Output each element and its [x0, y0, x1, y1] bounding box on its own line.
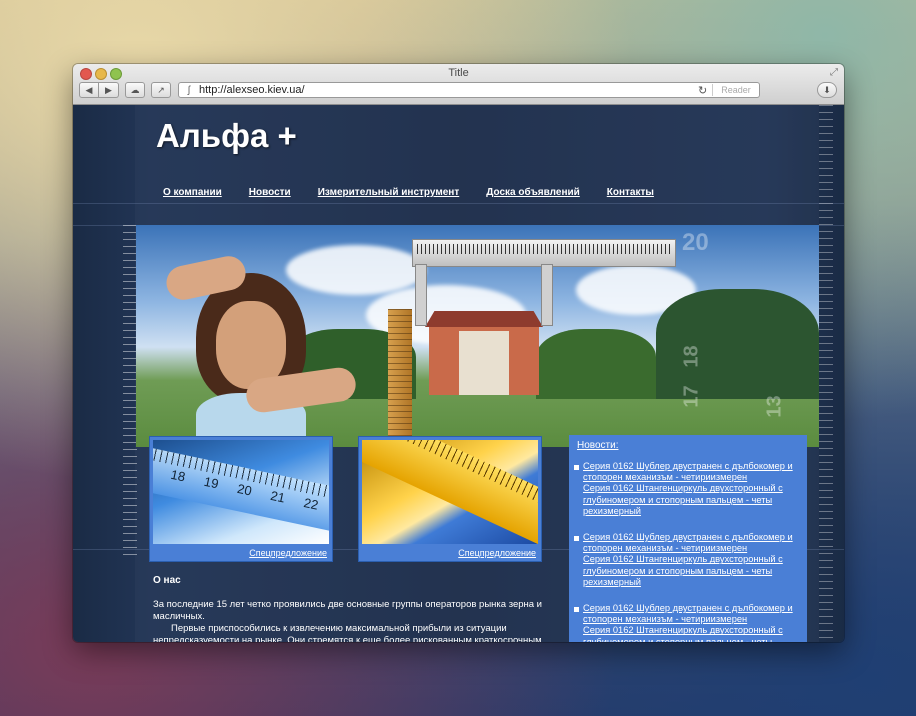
overlay-number: 18	[680, 345, 703, 368]
downloads-button[interactable]: ⬇	[817, 82, 837, 98]
overlay-number: 13	[763, 395, 786, 418]
back-arrow-icon: ◀	[85, 84, 93, 95]
ruler-number: 21	[269, 487, 287, 506]
bullet-icon	[574, 465, 579, 470]
download-icon: ⬇	[823, 84, 831, 95]
url-text[interactable]: http://alexseo.kiev.ua/	[199, 84, 698, 96]
mansion-picture	[425, 311, 543, 395]
special-offer-card: Спецпредложение	[358, 436, 542, 562]
news-link[interactable]: Серия 0162 Шублер двустранен с дълбокоме…	[583, 461, 800, 483]
about-text: За последние 15 лет четко проявились две…	[153, 599, 549, 642]
share-icon: ↗	[157, 84, 165, 95]
browser-toolbar: Title ⤢ ◀ ▶ ☁ ↗ ʃ http://alexseo.kiev.ua…	[73, 64, 844, 105]
news-list: Серия 0162 Шублер двустранен с дълбокоме…	[574, 461, 800, 642]
woman-framing-picture	[146, 253, 358, 447]
special-offer-card: 18 19 20 21 22 Спецпредложение	[149, 436, 333, 562]
news-link[interactable]: Серия 0162 Штангенциркуль двухсторонный …	[583, 554, 800, 588]
reload-icon[interactable]: ↻	[698, 84, 712, 97]
about-paragraph: Первые приспособились к извлечению макси…	[153, 623, 542, 642]
hero-banner-image: 20 17 18 13	[136, 225, 819, 447]
nav-contacts[interactable]: Контакты	[607, 187, 654, 198]
decorative-ruler	[819, 105, 833, 642]
news-link[interactable]: Серия 0162 Штангенциркуль двухсторонный …	[583, 483, 800, 517]
news-item: Серия 0162 Шублер двустранен с дълбокоме…	[574, 461, 800, 517]
nav-news[interactable]: Новости	[249, 187, 291, 198]
site-logo[interactable]: Альфа +	[156, 117, 297, 155]
main-navigation: О компании Новости Измерительный инструм…	[163, 187, 654, 198]
overlay-number: 20	[682, 229, 709, 256]
ruler-number: 22	[302, 494, 320, 513]
caliper-picture	[412, 239, 676, 326]
trees-shape	[656, 289, 819, 399]
nav-bulletin-board[interactable]: Доска объявлений	[486, 187, 580, 198]
share-button[interactable]: ↗	[151, 82, 171, 98]
news-link[interactable]: Серия 0162 Шублер двустранен с дълбокоме…	[583, 532, 800, 554]
blue-ruler-picture: 18 19 20 21 22	[153, 440, 329, 544]
news-item: Серия 0162 Шублер двустранен с дълбокоме…	[574, 532, 800, 588]
decorative-ruler	[123, 225, 137, 555]
about-heading: О нас	[153, 575, 181, 586]
news-header-link[interactable]: Новости:	[577, 440, 619, 451]
window-title: Title	[448, 67, 469, 79]
ruler-number: 18	[169, 466, 187, 485]
icloud-tabs-button[interactable]: ☁	[125, 82, 145, 98]
bullet-icon	[574, 607, 579, 613]
bullet-icon	[574, 536, 579, 542]
ruler-number: 19	[202, 473, 220, 492]
divider	[73, 203, 844, 204]
news-item: Серия 0162 Шублер двустранен с дълбокоме…	[574, 603, 800, 642]
browser-window: Title ⤢ ◀ ▶ ☁ ↗ ʃ http://alexseo.kiev.ua…	[73, 64, 844, 642]
yellow-ruler-picture	[362, 440, 538, 544]
nav-about[interactable]: О компании	[163, 187, 222, 198]
special-offer-link[interactable]: Спецпредложение	[249, 548, 327, 558]
cloud-icon: ☁	[130, 84, 140, 95]
about-paragraph: За последние 15 лет четко проявились две…	[153, 599, 542, 622]
trees-shape	[536, 329, 656, 399]
news-link[interactable]: Серия 0162 Штангенциркуль двухсторонный …	[583, 625, 800, 642]
nav-measuring-tools[interactable]: Измерительный инструмент	[318, 187, 460, 198]
site-favicon-icon: ʃ	[187, 84, 191, 96]
overlay-number: 17	[680, 385, 703, 408]
forward-button[interactable]: ▶	[99, 82, 119, 98]
wooden-ruler-picture	[388, 309, 412, 447]
news-link[interactable]: Серия 0162 Шублер двустранен с дълбокоме…	[583, 603, 800, 625]
special-offer-link[interactable]: Спецпредложение	[458, 548, 536, 558]
back-button[interactable]: ◀	[79, 82, 99, 98]
reader-button[interactable]: Reader	[712, 84, 759, 96]
ruler-number: 20	[235, 480, 254, 499]
news-panel: Новости: Серия 0162 Шублер двустранен с …	[569, 435, 807, 642]
address-bar[interactable]: ʃ http://alexseo.kiev.ua/ ↻ Reader	[178, 82, 760, 98]
fullscreen-icon[interactable]: ⤢	[830, 67, 838, 78]
forward-arrow-icon: ▶	[105, 84, 112, 95]
web-page: Альфа + О компании Новости Измерительный…	[73, 105, 844, 642]
